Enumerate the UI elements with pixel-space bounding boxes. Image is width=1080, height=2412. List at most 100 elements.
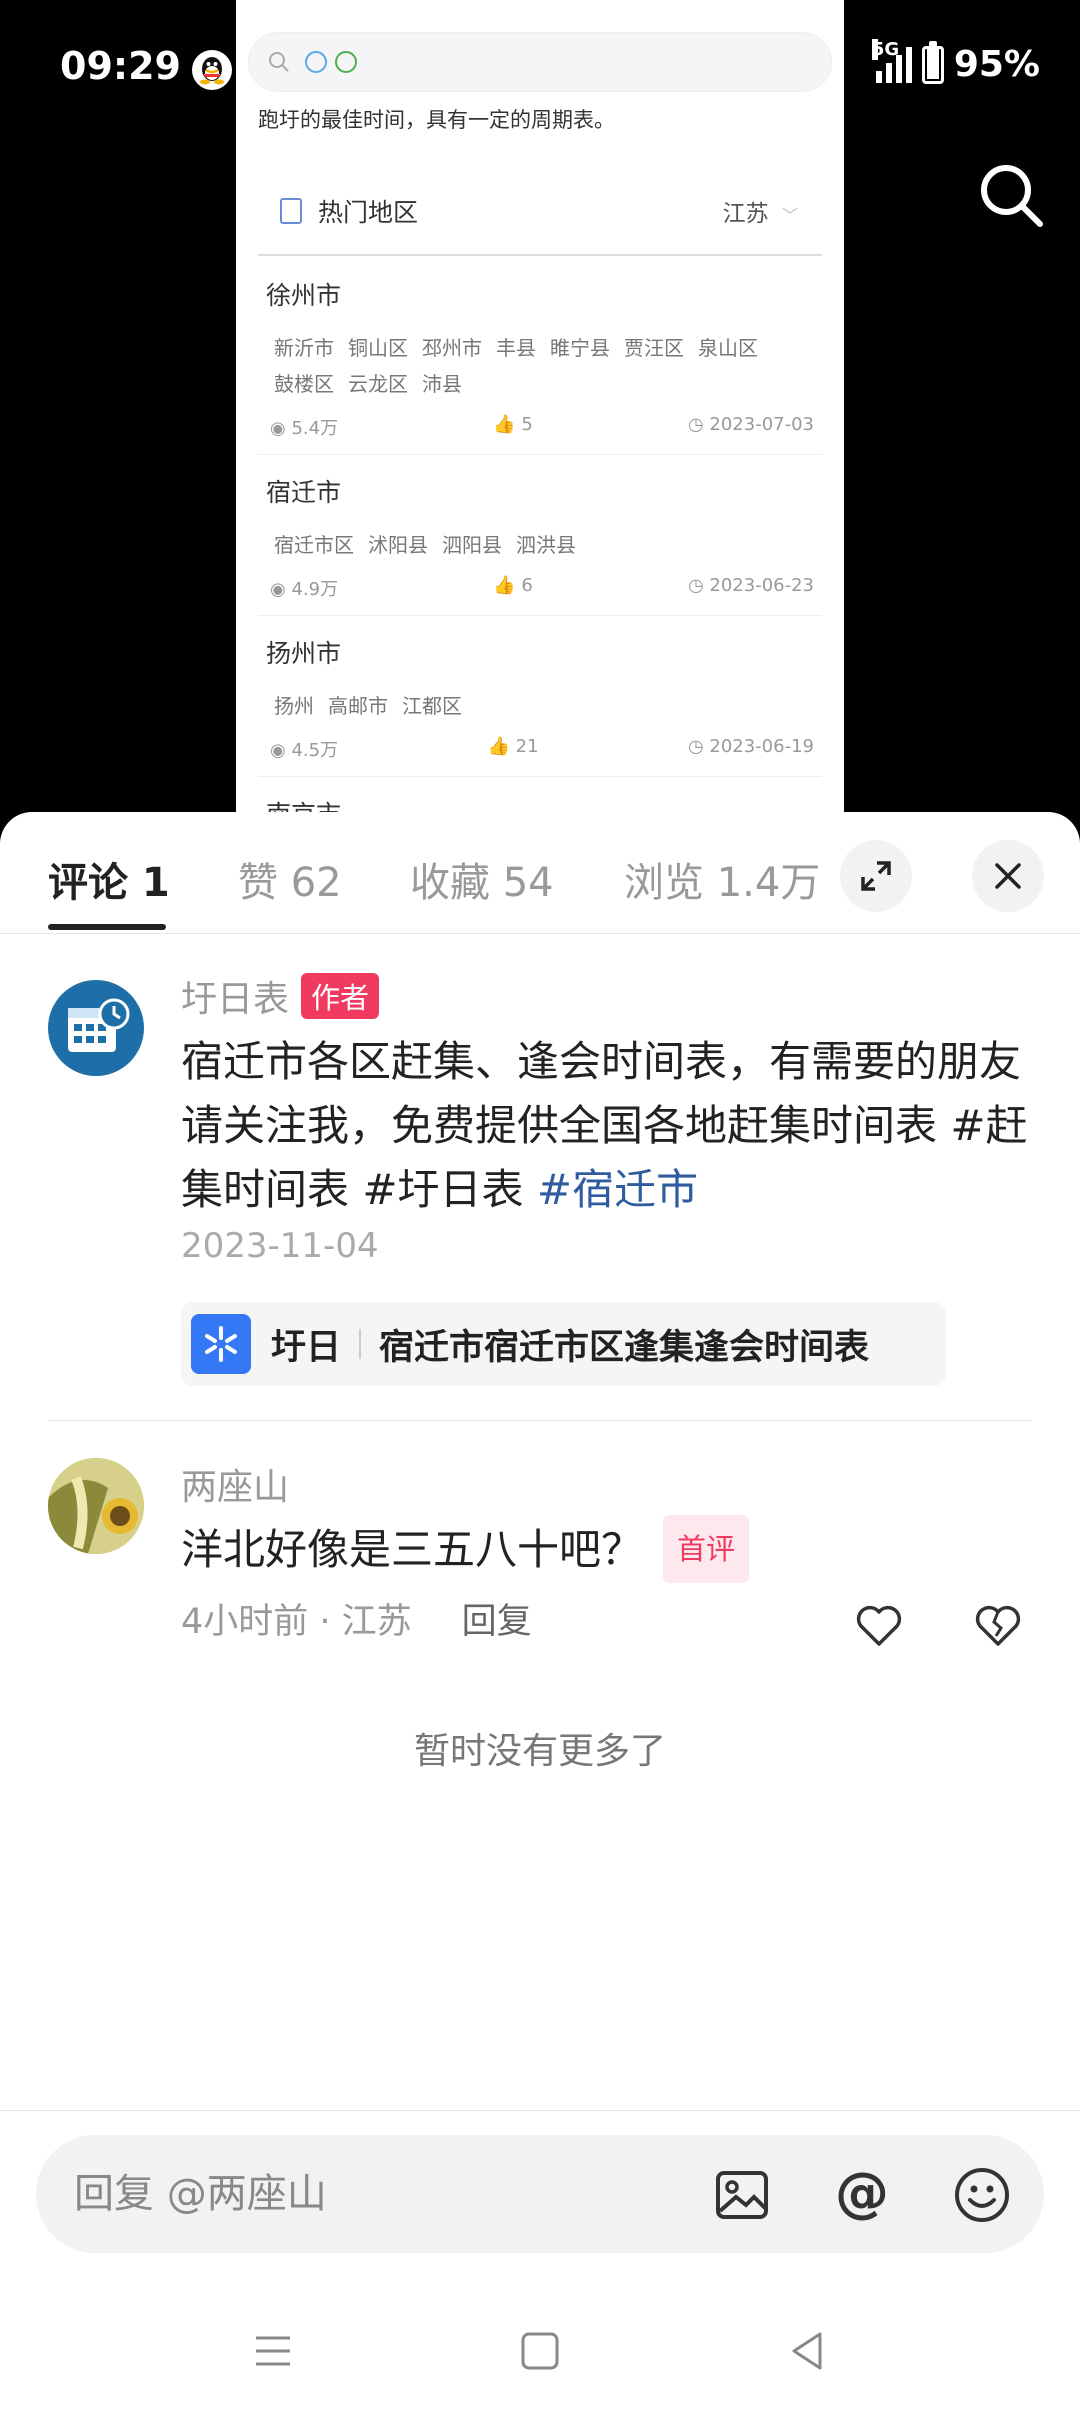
preview-city-likes-value: 5 — [521, 414, 533, 435]
preview-city-item: 宿迁市 宿迁市区 沭阳县 泗阳县 泗洪县 ◉ 4.9万 👍 6 ◷ 2023-06-23 — [258, 455, 822, 616]
preview-hot-regions-header: 热门地区 江苏 ﹀ — [258, 168, 822, 256]
back-button[interactable] — [782, 2326, 832, 2376]
status-indicators: 5G 95% — [871, 38, 1040, 85]
menu-icon — [256, 2336, 290, 2366]
preview-city-date: ◷ 2023-07-03 — [688, 414, 814, 440]
preview-city-likes: 👍 6 — [493, 575, 533, 601]
network-type: 5G — [871, 38, 900, 60]
preview-city-views: ◉ 4.5万 — [270, 736, 338, 762]
search-icon[interactable] — [976, 160, 1046, 230]
reply-box: @ — [36, 2135, 1044, 2253]
preview-district: 高邮市 — [328, 694, 388, 718]
signal-icon: 5G — [871, 38, 912, 83]
svg-text:@: @ — [835, 2165, 889, 2224]
eye-icon: ◉ — [270, 418, 292, 439]
expand-button[interactable] — [840, 840, 912, 912]
preview-city-views-value: 4.9万 — [291, 579, 339, 600]
qq-notification-icon — [192, 50, 232, 90]
expand-icon — [861, 861, 891, 891]
eye-icon: ◉ — [270, 579, 292, 600]
preview-city-date-value: 2023-06-19 — [709, 736, 814, 757]
preview-app-icons — [305, 51, 357, 73]
preview-city-views: ◉ 5.4万 — [270, 414, 338, 440]
preview-city-name: 宿迁市 — [266, 478, 342, 507]
mini-program-title: 宿迁市宿迁市区逢集逢会时间表 — [379, 1327, 870, 1368]
reply-button[interactable]: 回复 — [462, 1593, 532, 1644]
tab-views[interactable]: 浏览 1.4万 — [624, 850, 820, 908]
document-icon — [280, 198, 302, 224]
mini-program-logo-icon — [191, 1314, 251, 1374]
reply-input[interactable] — [74, 2171, 674, 2217]
close-button[interactable] — [972, 840, 1044, 912]
preview-city-list: 徐州市 新沂市 铜山区 邳州市 丰县 睢宁县 贾汪区 泉山区 鼓楼区 云龙区 沛县 ◉ 5.4万 👍 5… — [258, 258, 822, 820]
author-avatar[interactable] — [48, 980, 144, 1076]
comment-date: 2023-11-04 — [181, 1226, 379, 1266]
clock-icon: ◷ — [687, 736, 710, 757]
preview-district-list: 宿迁市区 沭阳县 泗阳县 泗洪县 — [266, 527, 814, 563]
mini-program-name: 圩日 — [271, 1327, 342, 1368]
preview-district: 邳州市 — [422, 336, 482, 360]
recent-apps-button[interactable] — [248, 2326, 298, 2376]
no-more-text: 暂时没有更多了 — [413, 1731, 666, 1772]
mention-button[interactable]: @ — [832, 2161, 892, 2225]
clock-icon: ◷ — [687, 414, 710, 435]
reply-bar: @ — [0, 2110, 1080, 2300]
eye-icon: ◉ — [270, 740, 292, 761]
preview-city-likes-value: 21 — [515, 736, 539, 757]
system-nav-bar — [0, 2302, 1080, 2412]
comment-text-main: 洋北好像是三五八十吧？ — [181, 1525, 644, 1574]
preview-district: 泗洪县 — [516, 533, 576, 557]
preview-city-views-value: 5.4万 — [291, 418, 339, 439]
battery-icon — [921, 40, 944, 84]
comment-sheet: 评论 1 赞 62 收藏 54 浏览 1.4万 圩日表 作者 宿迁市各区赶集、逢… — [0, 812, 1080, 2412]
preview-city-name: 扬州市 — [266, 639, 342, 668]
preview-city-item: 徐州市 新沂市 铜山区 邳州市 丰县 睢宁县 贾汪区 泉山区 鼓楼区 云龙区 沛县 ◉ 5.4万 👍 5… — [258, 258, 822, 455]
tab-favorites[interactable]: 收藏 54 — [410, 850, 554, 908]
back-triangle-icon — [792, 2332, 822, 2370]
home-button[interactable] — [515, 2326, 565, 2376]
author-badge: 作者 — [301, 973, 380, 1019]
battery-percent: 95% — [953, 44, 1040, 85]
dislike-button[interactable] — [972, 1600, 1024, 1652]
comment-text[interactable]: 宿迁市各区赶集、逢会时间表，有需要的朋友请关注我，免费提供全国各地赶集时间表 #… — [181, 1030, 1030, 1222]
tab-likes[interactable]: 赞 62 — [238, 850, 342, 908]
preview-city-likes: 👍 21 — [487, 736, 538, 762]
broken-heart-icon — [975, 1605, 1021, 1646]
preview-district: 云龙区 — [348, 372, 408, 396]
post-image-preview[interactable]: 跑圩的最佳时间，具有一定的周期表。 热门地区 江苏 ﹀ 徐州市 新沂市 铜山区 邳州市… — [236, 0, 844, 820]
tab-comments[interactable]: 评论 1 — [48, 850, 170, 908]
preview-district: 泉山区 — [698, 336, 758, 360]
comment-text[interactable]: 洋北好像是三五八十吧？ 首评 — [181, 1514, 1030, 1587]
sunflower-avatar-icon — [48, 1458, 144, 1554]
calendar-icon — [68, 998, 130, 1052]
preview-city-item: 扬州市 扬州 高邮市 江都区 ◉ 4.5万 👍 21 ◷ 2023-06-19 — [258, 616, 822, 777]
preview-city-meta: ◉ 4.9万 👍 6 ◷ 2023-06-23 — [266, 575, 814, 601]
preview-city-likes-value: 6 — [521, 575, 533, 596]
comment-time-location: 4小时前 · 江苏 — [181, 1601, 412, 1642]
preview-district: 丰县 — [496, 336, 536, 360]
status-time: 09:29 — [60, 44, 181, 88]
preview-description: 跑圩的最佳时间，具有一定的周期表。 — [258, 108, 615, 132]
comment-username[interactable]: 两座山 — [181, 1458, 289, 1510]
preview-district: 铜山区 — [348, 336, 408, 360]
mini-program-card[interactable]: 圩日 宿迁市宿迁市区逢集逢会时间表 — [181, 1302, 946, 1386]
comment-tabs: 评论 1 赞 62 收藏 54 浏览 1.4万 — [0, 812, 1080, 934]
user-avatar[interactable] — [48, 1458, 144, 1554]
image-button[interactable] — [712, 2165, 772, 2225]
author-comment-body: 圩日表 作者 宿迁市各区赶集、逢会时间表，有需要的朋友请关注我，免费提供全国各地… — [181, 970, 1030, 1386]
smiley-icon — [955, 2168, 1009, 2222]
preview-district: 睢宁县 — [550, 336, 610, 360]
comment-username[interactable]: 圩日表 — [181, 970, 289, 1022]
like-button[interactable] — [853, 1600, 905, 1652]
preview-district: 沭阳县 — [368, 533, 428, 557]
preview-district: 扬州 — [274, 694, 314, 718]
comment-divider — [48, 1420, 1032, 1421]
home-square-icon — [521, 2332, 559, 2370]
preview-city-date-value: 2023-07-03 — [709, 414, 814, 435]
preview-district: 宿迁市区 — [274, 533, 354, 557]
thumb-icon: 👍 — [487, 736, 516, 757]
emoji-button[interactable] — [952, 2165, 1012, 2225]
hashtag-link[interactable]: #宿迁市 — [537, 1165, 698, 1214]
thumb-icon: 👍 — [493, 575, 522, 596]
preview-region-label: 江苏 — [722, 201, 769, 227]
